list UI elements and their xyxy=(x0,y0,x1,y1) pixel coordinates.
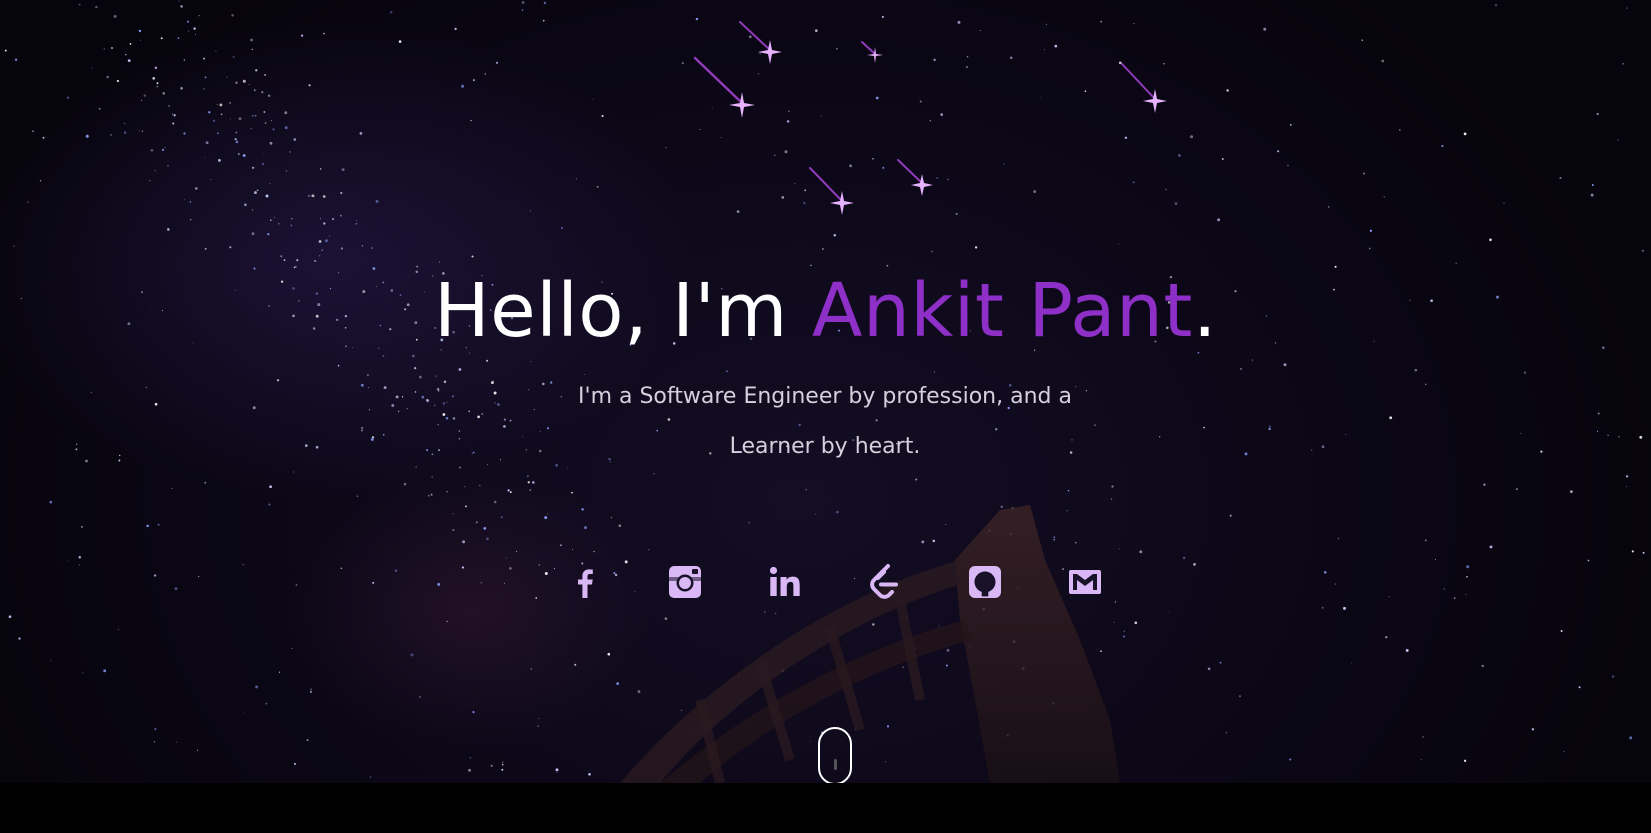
github-icon xyxy=(969,566,1001,598)
gmail-icon xyxy=(1069,570,1101,594)
greeting-text: Hello, I'm xyxy=(434,268,812,354)
instagram-icon xyxy=(669,566,701,598)
social-links xyxy=(560,560,1101,608)
github-link[interactable] xyxy=(963,560,1007,604)
bottom-bar xyxy=(0,783,1651,833)
scroll-mouse-icon[interactable] xyxy=(818,727,852,783)
leetcode-link[interactable] xyxy=(863,560,907,604)
leetcode-icon xyxy=(870,564,898,599)
facebook-icon xyxy=(578,569,593,598)
tagline: I'm a Software Engineer by profession, a… xyxy=(578,384,1072,459)
linkedin-icon xyxy=(769,566,800,596)
scroll-wheel xyxy=(834,759,837,770)
instagram-link[interactable] xyxy=(663,560,707,604)
hero-section: Hello, I'm Ankit Pant. I'm a Software En… xyxy=(0,0,1651,783)
name-highlight: Ankit Pant xyxy=(811,268,1193,354)
facebook-link[interactable] xyxy=(563,560,607,604)
gmail-link[interactable] xyxy=(1063,560,1107,604)
title-period: . xyxy=(1192,268,1217,354)
linkedin-link[interactable] xyxy=(763,560,807,604)
page-title: Hello, I'm Ankit Pant. xyxy=(0,266,1651,356)
